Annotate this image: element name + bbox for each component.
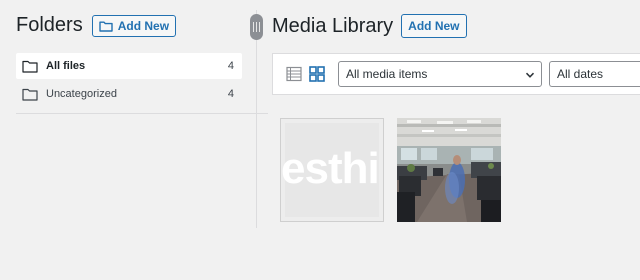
office-photo-image (397, 118, 501, 222)
media-thumbnail[interactable]: esthi (280, 118, 384, 222)
folder-name: Uncategorized (46, 88, 117, 100)
sidebar-divider (16, 113, 268, 114)
folder-count: 4 (227, 60, 234, 72)
media-type-filter-value: All media items (346, 67, 428, 81)
media-thumbnail[interactable] (397, 118, 501, 222)
folder-item-all-files[interactable]: All files 4 (16, 53, 242, 79)
folder-plus-icon (99, 20, 113, 32)
folder-name: All files (46, 60, 86, 72)
folders-sidebar: Folders Add New All files 4 Uncategorize… (0, 0, 268, 280)
add-folder-label: Add New (117, 18, 170, 33)
grid-view-icon[interactable] (308, 65, 326, 83)
folder-item-uncategorized[interactable]: Uncategorized 4 (16, 81, 242, 107)
page-title: Media Library (272, 14, 394, 37)
date-filter[interactable]: All dates (549, 61, 640, 87)
chevron-down-icon (525, 69, 535, 79)
folder-icon (22, 60, 38, 73)
folder-count: 4 (227, 88, 234, 100)
media-library-header: Media Library Add New (272, 14, 467, 38)
media-type-filter[interactable]: All media items (338, 61, 542, 87)
thumbnail-watermark-text: esthi (281, 144, 380, 193)
media-toolbar: All media items All dates (272, 53, 640, 95)
folder-list: All files 4 Uncategorized 4 (16, 53, 242, 109)
folders-title: Folders (16, 14, 83, 36)
folder-icon (22, 88, 38, 101)
list-view-icon[interactable] (285, 65, 303, 83)
date-filter-value: All dates (557, 67, 604, 81)
folders-header: Folders Add New (16, 14, 177, 37)
resize-handle-icon[interactable] (250, 14, 263, 40)
panel-divider (256, 10, 257, 228)
add-folder-button[interactable]: Add New (91, 14, 177, 37)
add-new-media-button[interactable]: Add New (401, 14, 467, 38)
